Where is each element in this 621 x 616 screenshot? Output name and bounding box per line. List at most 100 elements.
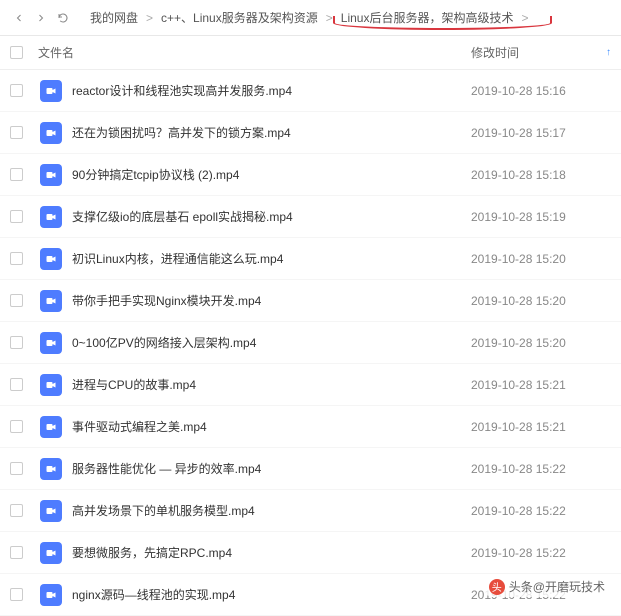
file-time: 2019-10-28 15:20: [471, 252, 611, 266]
row-check-cell: [10, 126, 34, 139]
table-row[interactable]: 高并发场景下的单机服务模型.mp42019-10-28 15:22: [0, 490, 621, 532]
file-name[interactable]: 还在为锁困扰吗？高并发下的锁方案.mp4: [72, 124, 471, 141]
table-row[interactable]: reactor设计和线程池实现高并发服务.mp42019-10-28 15:16: [0, 70, 621, 112]
row-checkbox[interactable]: [10, 420, 23, 433]
row-checkbox[interactable]: [10, 462, 23, 475]
file-time: 2019-10-28 15:16: [471, 84, 611, 98]
row-check-cell: [10, 252, 34, 265]
table-row[interactable]: 事件驱动式编程之美.mp42019-10-28 15:21: [0, 406, 621, 448]
file-name[interactable]: 90分钟搞定tcpip协议栈 (2).mp4: [72, 166, 471, 183]
file-name[interactable]: 初识Linux内核，进程通信能这么玩.mp4: [72, 250, 471, 267]
select-all-checkbox[interactable]: [10, 46, 23, 59]
file-time: 2019-10-28 15:20: [471, 336, 611, 350]
row-checkbox[interactable]: [10, 546, 23, 559]
row-check-cell: [10, 210, 34, 223]
column-header-name[interactable]: 文件名: [34, 44, 471, 61]
video-file-icon: [40, 542, 62, 564]
row-check-cell: [10, 294, 34, 307]
file-name[interactable]: 带你手把手实现Nginx模块开发.mp4: [72, 292, 471, 309]
row-checkbox[interactable]: [10, 588, 23, 601]
video-file-icon: [40, 80, 62, 102]
video-file-icon: [40, 332, 62, 354]
file-list: reactor设计和线程池实现高并发服务.mp42019-10-28 15:16…: [0, 70, 621, 616]
file-time: 2019-10-28 15:22: [471, 504, 611, 518]
back-button[interactable]: [8, 7, 30, 29]
video-file-icon: [40, 164, 62, 186]
row-checkbox[interactable]: [10, 210, 23, 223]
file-name[interactable]: 0~100亿PV的网络接入层架构.mp4: [72, 334, 471, 351]
row-check-cell: [10, 504, 34, 517]
row-checkbox[interactable]: [10, 378, 23, 391]
video-file-icon: [40, 248, 62, 270]
refresh-button[interactable]: [52, 7, 74, 29]
chevron-right-icon: >: [322, 11, 337, 25]
file-name[interactable]: 高并发场景下的单机服务模型.mp4: [72, 502, 471, 519]
video-file-icon: [40, 122, 62, 144]
breadcrumb-item-root[interactable]: 我的网盘: [86, 9, 142, 26]
row-checkbox[interactable]: [10, 168, 23, 181]
file-name[interactable]: nginx源码—线程池的实现.mp4: [72, 586, 471, 603]
breadcrumb: 我的网盘 > c++、Linux服务器及架构资源 > Linux后台服务器，架构…: [86, 9, 532, 26]
row-check-cell: [10, 546, 34, 559]
row-check-cell: [10, 462, 34, 475]
row-check-cell: [10, 378, 34, 391]
column-header-time-label: 修改时间: [471, 44, 519, 61]
row-checkbox[interactable]: [10, 504, 23, 517]
watermark: 头 头条 @ 开磨玩技术: [483, 576, 611, 597]
table-row[interactable]: 要想微服务，先搞定RPC.mp42019-10-28 15:22: [0, 532, 621, 574]
file-time: 2019-10-28 15:20: [471, 294, 611, 308]
file-name[interactable]: 服务器性能优化 — 异步的效率.mp4: [72, 460, 471, 477]
file-time: 2019-10-28 15:17: [471, 126, 611, 140]
watermark-prefix: 头条: [509, 578, 533, 595]
row-checkbox[interactable]: [10, 294, 23, 307]
row-check-cell: [10, 420, 34, 433]
watermark-logo-icon: 头: [489, 579, 505, 595]
file-time: 2019-10-28 15:21: [471, 420, 611, 434]
forward-button[interactable]: [30, 7, 52, 29]
row-check-cell: [10, 588, 34, 601]
row-check-cell: [10, 84, 34, 97]
file-time: 2019-10-28 15:22: [471, 546, 611, 560]
table-row[interactable]: 初识Linux内核，进程通信能这么玩.mp42019-10-28 15:20: [0, 238, 621, 280]
breadcrumb-item-current[interactable]: Linux后台服务器，架构高级技术: [337, 9, 518, 26]
watermark-at: @: [533, 580, 545, 594]
video-file-icon: [40, 500, 62, 522]
file-time: 2019-10-28 15:19: [471, 210, 611, 224]
row-checkbox[interactable]: [10, 84, 23, 97]
row-checkbox[interactable]: [10, 252, 23, 265]
file-time: 2019-10-28 15:21: [471, 378, 611, 392]
row-check-cell: [10, 336, 34, 349]
table-row[interactable]: 进程与CPU的故事.mp42019-10-28 15:21: [0, 364, 621, 406]
file-name[interactable]: 事件驱动式编程之美.mp4: [72, 418, 471, 435]
breadcrumb-item-1[interactable]: c++、Linux服务器及架构资源: [157, 9, 322, 26]
table-header: 文件名 修改时间 ↑: [0, 36, 621, 70]
row-check-cell: [10, 168, 34, 181]
video-file-icon: [40, 206, 62, 228]
table-row[interactable]: 支撑亿级io的底层基石 epoll实战揭秘.mp42019-10-28 15:1…: [0, 196, 621, 238]
video-file-icon: [40, 458, 62, 480]
select-all-cell: [10, 46, 34, 59]
file-name[interactable]: 支撑亿级io的底层基石 epoll实战揭秘.mp4: [72, 208, 471, 225]
file-name[interactable]: 进程与CPU的故事.mp4: [72, 376, 471, 393]
video-file-icon: [40, 290, 62, 312]
video-file-icon: [40, 584, 62, 606]
chevron-right-icon: >: [517, 11, 532, 25]
file-time: 2019-10-28 15:18: [471, 168, 611, 182]
sort-asc-icon: ↑: [606, 47, 611, 58]
file-name[interactable]: reactor设计和线程池实现高并发服务.mp4: [72, 82, 471, 99]
row-checkbox[interactable]: [10, 336, 23, 349]
video-file-icon: [40, 374, 62, 396]
chevron-right-icon: >: [142, 11, 157, 25]
row-checkbox[interactable]: [10, 126, 23, 139]
table-row[interactable]: 90分钟搞定tcpip协议栈 (2).mp42019-10-28 15:18: [0, 154, 621, 196]
table-row[interactable]: 还在为锁困扰吗？高并发下的锁方案.mp42019-10-28 15:17: [0, 112, 621, 154]
column-header-time[interactable]: 修改时间 ↑: [471, 44, 611, 61]
watermark-name: 开磨玩技术: [545, 578, 605, 595]
table-row[interactable]: 带你手把手实现Nginx模块开发.mp42019-10-28 15:20: [0, 280, 621, 322]
toolbar: 我的网盘 > c++、Linux服务器及架构资源 > Linux后台服务器，架构…: [0, 0, 621, 36]
video-file-icon: [40, 416, 62, 438]
file-time: 2019-10-28 15:22: [471, 462, 611, 476]
table-row[interactable]: 服务器性能优化 — 异步的效率.mp42019-10-28 15:22: [0, 448, 621, 490]
table-row[interactable]: 0~100亿PV的网络接入层架构.mp42019-10-28 15:20: [0, 322, 621, 364]
file-name[interactable]: 要想微服务，先搞定RPC.mp4: [72, 544, 471, 561]
